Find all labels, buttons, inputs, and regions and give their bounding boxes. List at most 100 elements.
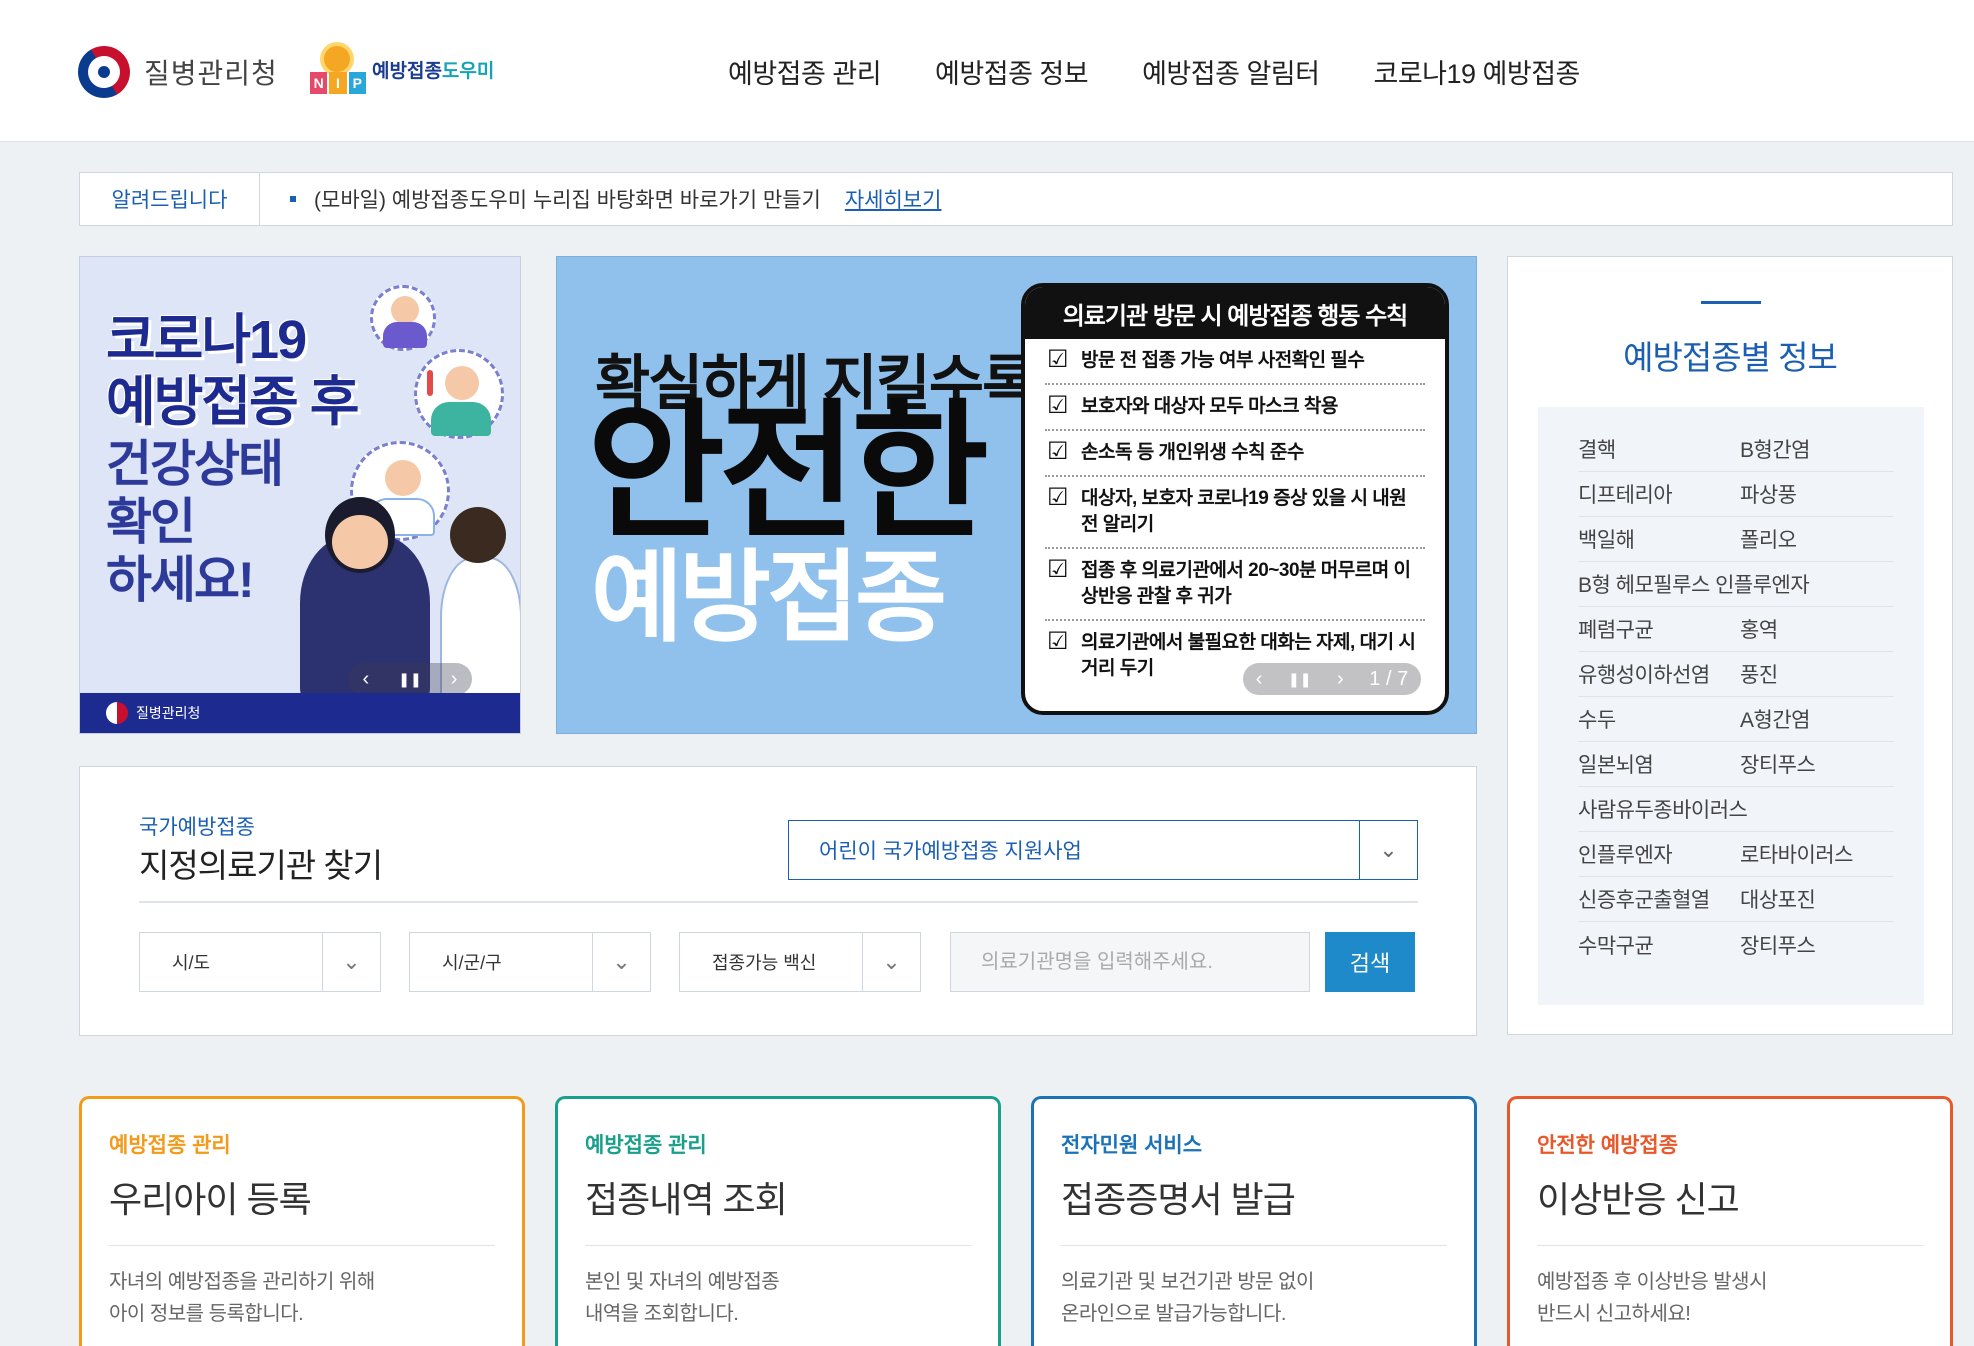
person-icon: [370, 285, 436, 351]
rule-item: 손소독 등 개인위생 수칙 준수: [1045, 431, 1425, 477]
vaccine-link[interactable]: 폴리오: [1740, 524, 1797, 554]
vaccine-link[interactable]: A형간염: [1740, 704, 1810, 734]
pause-icon[interactable]: ❚❚: [1288, 671, 1311, 688]
prev-icon[interactable]: ‹: [363, 668, 370, 691]
vaccine-link[interactable]: B형 헤모필루스 인플루엔자: [1578, 569, 1810, 599]
nip-letter: N: [310, 72, 328, 94]
chevron-down-icon: ⌄: [1359, 821, 1417, 879]
vaccine-link[interactable]: 일본뇌염: [1578, 749, 1740, 779]
nip-name-b: 도우미: [441, 60, 495, 82]
clinic-name-input[interactable]: [950, 932, 1310, 992]
vaccine-link[interactable]: 디프테리아: [1578, 479, 1740, 509]
vaccine-link[interactable]: 인플루엔자: [1578, 839, 1740, 869]
site-header: 질병관리청 N I P 예방접종도우미 예방접종 관리 예방접종 정보 예방접종…: [0, 0, 1974, 142]
vaccine-link[interactable]: 로타바이러스: [1740, 839, 1853, 869]
banner-left-sub-1: 건강상태: [106, 436, 284, 492]
nip-logo[interactable]: N I P 예방접종도우미: [310, 42, 494, 96]
vaccine-select[interactable]: 접종가능 백신 ⌄: [679, 932, 921, 992]
nip-letter: P: [348, 72, 366, 94]
chevron-down-icon: ⌄: [322, 933, 380, 991]
vaccine-link[interactable]: 대상포진: [1740, 884, 1816, 914]
banner-left-title: 코로나19 예방접종 후: [106, 309, 359, 433]
program-select-value: 어린이 국가예방접종 지원사업: [819, 840, 1082, 863]
vaccine-link[interactable]: 신증후군출혈열: [1578, 884, 1740, 914]
clinic-search-panel: 국가예방접종 지정의료기관 찾기 어린이 국가예방접종 지원사업 ⌄ 시/도 ⌄…: [79, 766, 1477, 1036]
list-item: 일본뇌염 장티푸스: [1578, 742, 1894, 787]
nav-vaccination-management[interactable]: 예방접종 관리: [728, 52, 882, 91]
program-select[interactable]: 어린이 국가예방접종 지원사업 ⌄: [788, 820, 1418, 880]
vaccine-link[interactable]: 파상풍: [1740, 479, 1797, 509]
banner-left-title-1: 코로나19: [106, 310, 307, 370]
card-description: 의료기관 및 보건기관 방문 없이 온라인으로 발급가능합니다.: [1061, 1271, 1314, 1325]
list-item: 폐렴구균 홍역: [1578, 607, 1894, 652]
vaccine-select-value: 접종가능 백신: [712, 953, 817, 973]
banner-left-sub-2: 확인: [106, 494, 196, 550]
vaccine-link[interactable]: B형간염: [1740, 434, 1810, 464]
vaccine-link[interactable]: 유행성이하선염: [1578, 659, 1740, 689]
list-item: 결핵 B형간염: [1578, 427, 1894, 472]
card-description: 예방접종 후 이상반응 발생시 반드시 신고하세요!: [1537, 1271, 1767, 1325]
vaccine-link[interactable]: 사람유두종바이러스: [1578, 794, 1748, 824]
nip-letter: I: [329, 72, 347, 94]
vaccine-link[interactable]: 폐렴구균: [1578, 614, 1740, 644]
adverse-report-card[interactable]: 안전한 예방접종 이상반응 신고 예방접종 후 이상반응 발생시 반드시 신고하…: [1507, 1096, 1953, 1346]
vaccine-link[interactable]: 장티푸스: [1740, 749, 1816, 779]
notice-more-link[interactable]: 자세히보기: [845, 184, 942, 214]
conduct-rules-card: 의료기관 방문 시 예방접종 행동 수칙 방문 전 접종 가능 여부 사전확인 …: [1021, 283, 1449, 715]
sigungu-select[interactable]: 시/군/구 ⌄: [409, 932, 651, 992]
vaccine-link[interactable]: 수두: [1578, 704, 1740, 734]
register-child-card[interactable]: 예방접종 관리 우리아이 등록 자녀의 예방접종을 관리하기 위해 아이 정보를…: [79, 1096, 525, 1346]
card-title: 우리아이 등록: [109, 1171, 495, 1246]
kdca-emblem-icon: [106, 702, 128, 724]
vaccine-link[interactable]: 수막구균: [1578, 930, 1740, 960]
banner-left-footer: 질병관리청: [80, 693, 520, 733]
vaccine-info-panel: 예방접종별 정보 결핵 B형간염 디프테리아 파상풍 백일해 폴리오 B형 헤모필루스…: [1507, 256, 1953, 1035]
banner-left-sub-3: 하세요!: [106, 552, 255, 608]
vaccine-link[interactable]: 백일해: [1578, 524, 1740, 554]
banner-left-footer-text: 질병관리청: [136, 705, 201, 721]
notice-text[interactable]: (모바일) 예방접종도우미 누리집 바탕화면 바로가기 만들기: [314, 184, 821, 214]
banner-center-line2: 안전한: [587, 388, 989, 556]
card-subtitle: 예방접종 관리: [109, 1134, 231, 1157]
rule-item: 보호자와 대상자 모두 마스크 착용: [1045, 385, 1425, 431]
nav-vaccination-notice[interactable]: 예방접종 알림터: [1142, 52, 1320, 91]
certificate-card[interactable]: 전자민원 서비스 접종증명서 발급 의료기관 및 보건기관 방문 없이 온라인으…: [1031, 1096, 1477, 1346]
sido-select-value: 시/도: [172, 953, 211, 973]
next-icon[interactable]: ›: [451, 668, 458, 691]
nav-vaccination-info[interactable]: 예방접종 정보: [935, 52, 1089, 91]
patient-face: [332, 515, 388, 569]
chevron-down-icon: ⌄: [592, 933, 650, 991]
list-item: 수막구균 장티푸스: [1578, 922, 1894, 967]
nip-name-a: 예방접종: [372, 60, 442, 82]
history-lookup-card[interactable]: 예방접종 관리 접종내역 조회 본인 및 자녀의 예방접종 내역을 조회합니다.: [555, 1096, 1001, 1346]
nip-sun-icon: N I P: [310, 42, 366, 96]
notice-bar: 알려드립니다 (모바일) 예방접종도우미 누리집 바탕화면 바로가기 만들기 자…: [79, 172, 1953, 226]
list-item: 인플루엔자 로타바이러스: [1578, 832, 1894, 877]
card-title: 접종증명서 발급: [1061, 1171, 1447, 1246]
card-title: 접종내역 조회: [585, 1171, 971, 1246]
nurse-head: [450, 507, 506, 563]
chevron-down-icon: ⌄: [862, 933, 920, 991]
slide-pager: 1 / 7: [1369, 667, 1409, 690]
covid-health-banner[interactable]: 코로나19 예방접종 후 건강상태 확인 하세요! ‹ ❚❚ › 질병관리청: [79, 256, 521, 734]
nip-name: 예방접종도우미: [372, 56, 494, 83]
banner-center-controls: ‹ ❚❚ › 1 / 7: [1243, 663, 1421, 695]
list-item: 디프테리아 파상풍: [1578, 472, 1894, 517]
sido-select[interactable]: 시/도 ⌄: [139, 932, 381, 992]
nav-covid19-vaccination[interactable]: 코로나19 예방접종: [1373, 52, 1580, 91]
list-item: 수두 A형간염: [1578, 697, 1894, 742]
pause-icon[interactable]: ❚❚: [398, 671, 421, 688]
card-subtitle: 안전한 예방접종: [1537, 1134, 1679, 1157]
title-accent-bar: [1701, 301, 1761, 304]
vaccine-link[interactable]: 풍진: [1740, 659, 1778, 689]
banner-center-line3: 예방접종: [591, 542, 947, 654]
banner-left-title-2: 예방접종 후: [106, 372, 359, 432]
safe-vaccination-banner[interactable]: 확실하게 지킬수록 안전한 예방접종 의료기관 방문 시 예방접종 행동 수칙 …: [556, 256, 1477, 734]
vaccine-link[interactable]: 홍역: [1740, 614, 1778, 644]
vaccine-link[interactable]: 장티푸스: [1740, 930, 1816, 960]
vaccine-link[interactable]: 결핵: [1578, 434, 1740, 464]
next-icon[interactable]: ›: [1337, 668, 1344, 691]
search-button[interactable]: 검색: [1325, 932, 1415, 992]
kdca-logo[interactable]: 질병관리청: [68, 36, 278, 108]
prev-icon[interactable]: ‹: [1256, 668, 1263, 691]
